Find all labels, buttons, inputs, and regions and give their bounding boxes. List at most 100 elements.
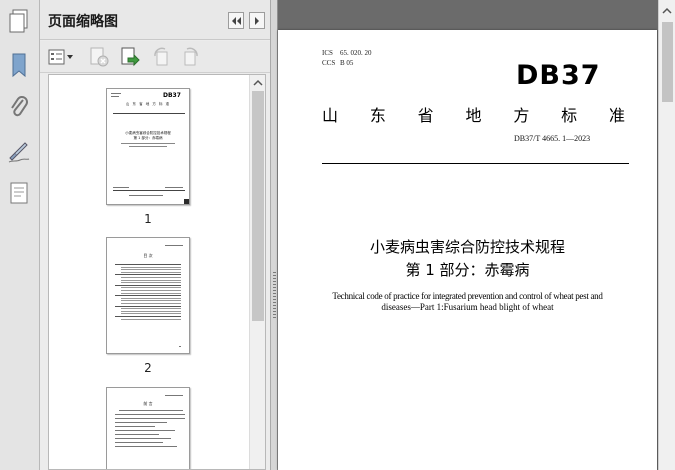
thumb3-text-line — [115, 446, 177, 447]
document-scroll-thumb[interactable] — [662, 22, 673, 102]
title-en-line2: diseases—Part 1:Fusarium head blight of … — [381, 302, 554, 312]
thumb2-header-line — [165, 245, 183, 246]
thumb2-toc-line — [121, 318, 181, 320]
document-layers-icon — [10, 182, 28, 204]
delete-page-icon — [90, 47, 109, 67]
thumbnail-label-2: 2 — [144, 361, 152, 375]
title-cn-line2: 第 1 部分：赤霉病 — [405, 261, 530, 279]
rotate-left-icon — [154, 47, 168, 66]
delete-pages-button[interactable] — [88, 46, 110, 68]
thumb2-toc-line — [115, 274, 181, 276]
thumbnail-page-1[interactable]: DB37 山 东 省 地 方 标 准 小麦病虫害综合防控技术规程 第 1 部分：… — [106, 88, 190, 205]
thumbnail-panel: 页面缩略图 DB37 山 东 省 地 方 标 准 小麦病虫害综合防控技术规程 第… — [40, 0, 270, 470]
document-scrollbar[interactable] — [658, 0, 675, 470]
thumb2-toc-line — [121, 282, 181, 284]
rotate-left-button[interactable] — [150, 46, 172, 68]
page-thumbnails-button[interactable] — [4, 4, 34, 38]
navigation-rail — [0, 0, 40, 470]
thumb2-toc-line — [115, 284, 181, 286]
thumb2-toc-line — [121, 290, 181, 291]
ics-code: 65. 020. 20 — [340, 49, 372, 57]
signatures-button[interactable] — [4, 134, 34, 168]
panel-splitter[interactable] — [270, 0, 278, 470]
thumb2-toc-line — [121, 297, 181, 299]
thumb3-header-line — [165, 395, 183, 396]
pdf-viewer-window: 页面缩略图 DB37 山 东 省 地 方 标 准 小麦病虫害综合防控技术规程 第… — [0, 0, 675, 470]
ccs-label: CCS — [322, 59, 336, 67]
insert-pages-button[interactable] — [119, 46, 141, 68]
bookmarks-button[interactable] — [4, 48, 34, 82]
options-menu-button[interactable] — [48, 46, 74, 68]
thumbnail-toolbar — [40, 41, 270, 73]
thumb-title-line2: 第 1 部分：赤霉病 — [133, 136, 163, 140]
thumb-release-date — [113, 187, 129, 188]
thumbnail-label-1: 1 — [144, 212, 152, 226]
thumb2-toc-line — [121, 303, 181, 304]
attachments-button[interactable] — [4, 90, 34, 124]
standard-heading-char: 山 — [322, 106, 339, 125]
thumb-rule-top — [113, 113, 185, 114]
thumb3-text-line — [115, 430, 175, 431]
chevron-right-icon — [255, 16, 259, 25]
ccs-code: B 05 — [340, 59, 354, 67]
next-panel-button[interactable] — [249, 12, 265, 29]
layers-button[interactable] — [4, 176, 34, 210]
paperclip-icon — [11, 96, 28, 117]
thumb-resize-handle[interactable] — [184, 199, 189, 204]
thumbnail-scroll-thumb[interactable] — [252, 91, 264, 321]
insert-page-icon — [121, 47, 140, 67]
thumb2-toc-line — [121, 308, 181, 310]
thumb2-toc-line — [121, 300, 181, 302]
thumb-ics-line — [111, 93, 121, 94]
thumb2-toc-line — [115, 316, 181, 317]
thumb2-toc-line — [121, 313, 181, 315]
thumb2-toc-line — [115, 295, 181, 297]
thumbnail-list[interactable]: DB37 山 东 省 地 方 标 准 小麦病虫害综合防控技术规程 第 1 部分：… — [48, 74, 266, 470]
standard-heading-char: 准 — [608, 106, 625, 125]
thumbnail-scrollbar[interactable] — [249, 75, 265, 469]
thumb3-text-line — [115, 418, 185, 419]
panel-header: 页面缩略图 — [40, 0, 270, 40]
thumb3-text-line — [115, 442, 163, 443]
thumb-heading: 山 东 省 地 方 标 准 — [125, 102, 171, 106]
thumb3-text-line — [119, 410, 183, 411]
thumb2-heading: 目 次 — [143, 253, 153, 258]
header-rule — [322, 163, 629, 164]
thumb2-toc-line — [121, 266, 181, 268]
thumb3-text-line — [115, 434, 159, 435]
thumb-en-line1 — [121, 143, 175, 144]
document-view[interactable]: ICS 65. 020. 20 CCS B 05 DB37 山 东 省 地 方 标 准 DB… — [278, 0, 658, 470]
thumb2-toc-line — [121, 292, 181, 294]
standard-number: DB37/T 4665. 1—2023 — [514, 134, 591, 143]
title-en-line1: Technical code of practice for integrate… — [332, 291, 603, 301]
standard-heading-char: 东 — [369, 106, 386, 125]
standard-heading-char: 标 — [561, 106, 578, 125]
bookmark-icon — [12, 53, 26, 78]
thumb3-text-line — [115, 426, 155, 427]
collapse-panel-button[interactable] — [228, 12, 244, 29]
scroll-up-arrow-icon[interactable] — [250, 76, 266, 90]
standard-heading: 山东省地方标准 — [322, 102, 625, 126]
thumb3-text-line — [115, 438, 171, 439]
signature-pen-icon — [8, 142, 30, 163]
scroll-up-arrow-icon[interactable] — [659, 4, 675, 18]
thumb2-page-number — [179, 346, 181, 347]
thumb-issuer — [129, 195, 163, 196]
thumb2-toc-line — [121, 277, 181, 278]
rotate-right-icon — [184, 47, 198, 66]
thumb2-toc-line — [115, 305, 181, 307]
standard-logo: DB37 — [516, 60, 601, 91]
panel-title: 页面缩略图 — [48, 14, 118, 30]
standard-heading-char: 省 — [417, 106, 434, 125]
thumbnail-page-3[interactable]: 前 言 — [106, 387, 190, 469]
document-page: ICS 65. 020. 20 CCS B 05 DB37 山 东 省 地 方 标 准 DB… — [278, 30, 657, 470]
standard-heading-char: 方 — [513, 106, 530, 125]
thumb2-toc-line — [121, 279, 181, 281]
double-chevron-left-icon — [232, 16, 241, 25]
thumb2-toc-line — [121, 271, 181, 273]
thumb2-toc-line — [115, 264, 181, 265]
thumbnail-page-2[interactable]: 目 次 — [106, 237, 190, 354]
splitter-grip[interactable] — [273, 272, 276, 320]
standard-heading-char: 地 — [465, 106, 482, 125]
rotate-right-button[interactable] — [180, 46, 202, 68]
